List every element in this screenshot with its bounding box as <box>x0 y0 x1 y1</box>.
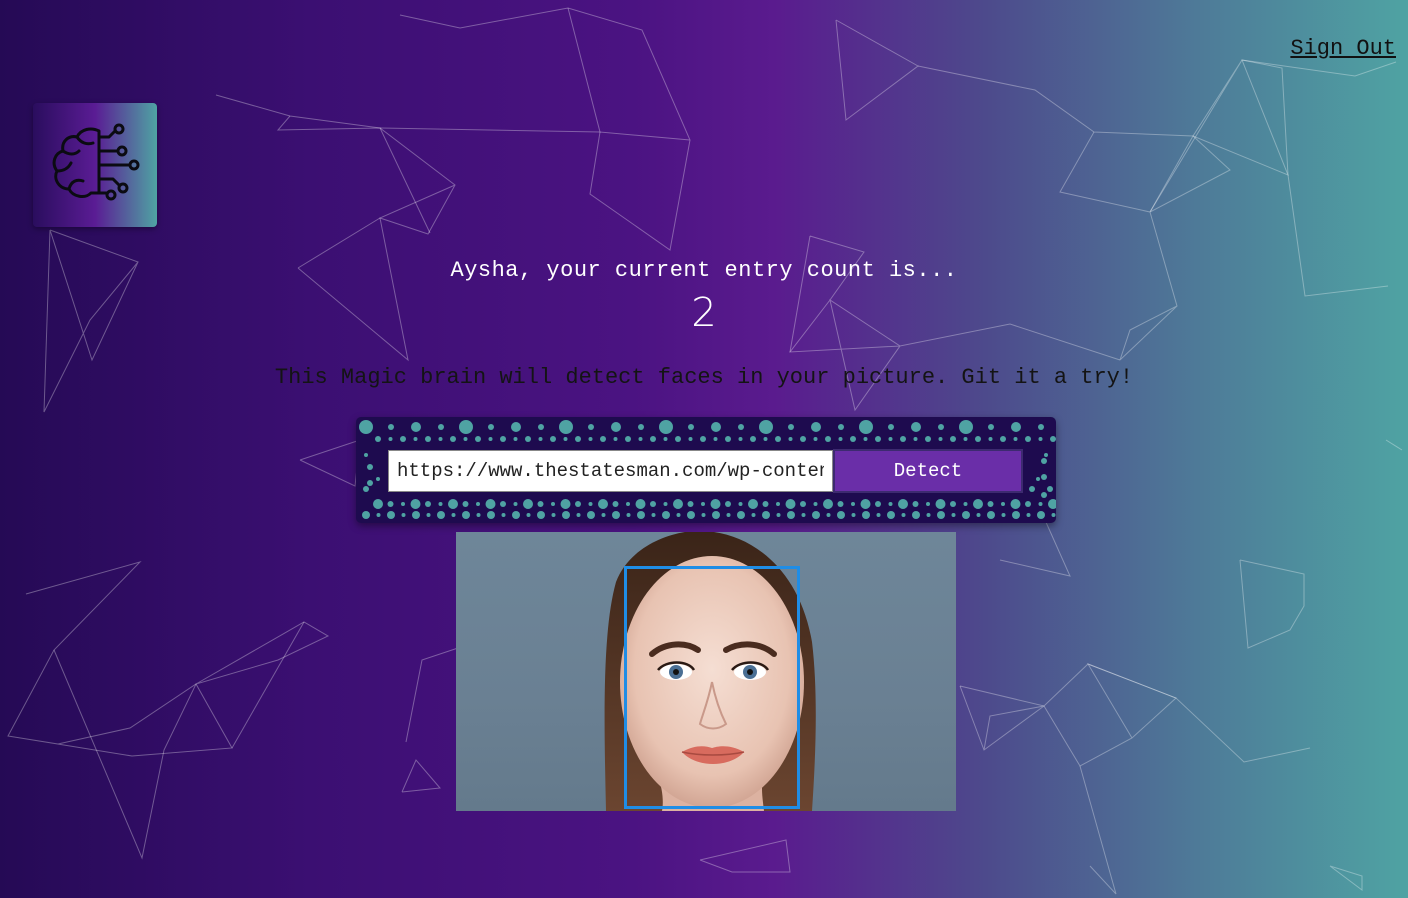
image-url-form: Detect <box>356 417 1056 523</box>
brain-circuit-icon <box>52 123 140 201</box>
entry-count-greeting: Aysha, your current entry count is... <box>450 258 958 283</box>
sign-out-link[interactable]: Sign Out <box>1290 36 1396 61</box>
entry-count: 2 <box>691 290 717 336</box>
intro-text: This Magic brain will detect faces in yo… <box>274 365 1134 390</box>
face-bounding-box <box>624 566 800 809</box>
detect-button[interactable]: Detect <box>833 449 1023 493</box>
logo <box>33 103 157 227</box>
image-url-input[interactable] <box>388 450 833 492</box>
